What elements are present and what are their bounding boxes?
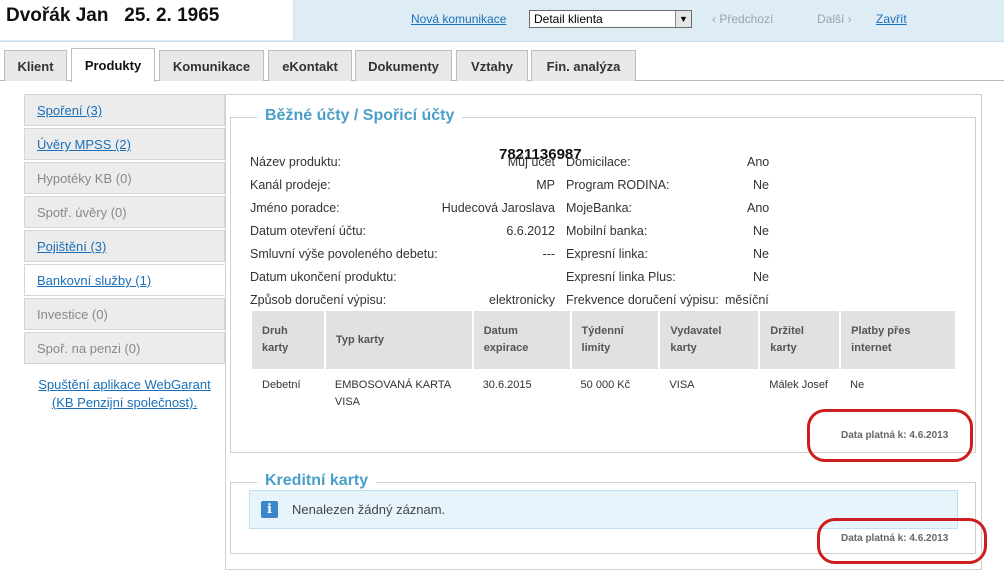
column-header: Typ karty xyxy=(324,311,474,369)
field-label: Datum otevření účtu: xyxy=(250,224,367,238)
field-label: Domicilace: xyxy=(566,155,631,169)
client-name-box: Dvořák Jan 25. 2. 1965 xyxy=(0,0,294,40)
field-label: Frekvence doručení výpisu: xyxy=(566,293,719,307)
client-name: Dvořák Jan 25. 2. 1965 xyxy=(6,5,220,26)
tab-dokumenty[interactable]: Dokumenty xyxy=(355,50,452,81)
top-bar: Dvořák Jan 25. 2. 1965 Nová komunikace D… xyxy=(0,0,1004,42)
sidebar-item-bankovni-sluzby[interactable]: Bankovní služby (1) xyxy=(24,264,225,296)
table-cell: EMBOSOVANÁ KARTA VISA xyxy=(334,379,452,408)
field-label: Název produktu: xyxy=(250,155,342,169)
cards-table-header-row: Druh karty Typ karty Datum expirace Týdenn… xyxy=(252,311,957,369)
sidebar-item-uvery-mpss[interactable]: Úvěry MPSS (2) xyxy=(24,128,225,160)
next-link[interactable]: Další › xyxy=(817,12,852,26)
sidebar-item-investice: Investice (0) xyxy=(24,298,225,330)
field-value: --- xyxy=(542,247,556,261)
main-content: Běžné účty / Spořicí účty 7821136987 Náz… xyxy=(225,94,982,570)
table-cell: Debetní xyxy=(262,379,301,391)
column-header: Platby přes internet xyxy=(840,311,957,369)
tab-produkty[interactable]: Produkty xyxy=(71,48,155,82)
tab-komunikace[interactable]: Komunikace xyxy=(159,50,264,81)
table-cell: VISA xyxy=(669,379,695,391)
tab-klient[interactable]: Klient xyxy=(4,50,67,81)
credit-cards-panel-title: Kreditní karty xyxy=(257,472,377,490)
sidebar-item-pojisteni[interactable]: Pojištění (3) xyxy=(24,230,225,262)
field-label: MojeBanka: xyxy=(566,201,633,215)
sidebar-item-spor-na-penzi: Spoř. na penzi (0) xyxy=(24,332,225,364)
view-select[interactable]: Detail klienta ▼ xyxy=(529,10,692,28)
cards-table: Druh karty Typ karty Datum expirace Týdenn… xyxy=(252,311,957,419)
table-cell: 50 000 Kč xyxy=(580,379,631,391)
field-value: Ano xyxy=(747,155,770,169)
field-value: MP xyxy=(536,178,555,192)
field-label: Jméno poradce: xyxy=(250,201,340,215)
field-value: 6.6.2012 xyxy=(506,224,555,238)
chevron-down-icon[interactable]: ▼ xyxy=(675,11,691,27)
previous-link[interactable]: ‹ Předchozí xyxy=(712,12,773,26)
table-cell: 30.6.2015 xyxy=(482,379,532,391)
field-label: Expresní linka: xyxy=(566,247,648,261)
sidebar-item-hypoteky-kb: Hypotéky KB (0) xyxy=(24,162,225,194)
highlight-oval xyxy=(817,518,987,564)
no-records-text: Nenalezen žádný záznam. xyxy=(292,502,446,517)
field-value: Hudecová Jaroslava xyxy=(441,201,555,215)
close-link[interactable]: Zavřít xyxy=(876,12,907,26)
field-value: Ne xyxy=(753,247,769,261)
sidebar-item-spotr-uvery: Spotř. úvěry (0) xyxy=(24,196,225,228)
field-label: Datum ukončení produktu: xyxy=(250,270,397,284)
tab-fin-analyza[interactable]: Fin. analýza xyxy=(531,50,636,81)
view-select-value: Detail klienta xyxy=(534,12,603,26)
column-header: Týdenní limity xyxy=(570,311,661,369)
field-value: Ano xyxy=(747,201,770,215)
field-value: Ne xyxy=(753,178,769,192)
column-header: Datum expirace xyxy=(472,311,572,369)
tab-bar: Klient Produkty Komunikace eKontakt Doku… xyxy=(0,48,1004,82)
field-value: měsíční xyxy=(725,293,769,307)
accounts-panel-title: Běžné účty / Spořicí účty xyxy=(257,107,463,125)
tab-vztahy[interactable]: Vztahy xyxy=(456,50,528,81)
field-value: Ne xyxy=(753,270,769,284)
info-icon: i xyxy=(261,501,278,518)
webgarant-link-line1: Spuštění aplikace WebGarant xyxy=(38,377,211,392)
field-label: Smluvní výše povoleného debetu: xyxy=(250,247,438,261)
field-label: Kanál prodeje: xyxy=(250,178,331,192)
new-communication-link[interactable]: Nová komunikace xyxy=(411,12,506,26)
highlight-oval xyxy=(807,409,973,462)
field-label: Způsob doručení výpisu: xyxy=(250,293,387,307)
tab-ekontakt[interactable]: eKontakt xyxy=(268,50,352,81)
sidebar-item-sporeni[interactable]: Spoření (3) xyxy=(24,94,225,126)
column-header: Vydavatel karty xyxy=(659,311,761,369)
field-value: elektronicky xyxy=(489,293,555,307)
accounts-panel: Běžné účty / Spořicí účty 7821136987 Náz… xyxy=(230,107,976,453)
column-header: Druh karty xyxy=(252,311,326,369)
field-value: Můj účet xyxy=(507,155,555,169)
field-label: Program RODINA: xyxy=(566,178,670,192)
field-label: Expresní linka Plus: xyxy=(566,270,676,284)
webgarant-link-line2: (KB Penzijní společnost). xyxy=(51,395,198,410)
column-header: Držitel karty xyxy=(759,311,842,369)
field-value: Ne xyxy=(753,224,769,238)
field-label: Mobilní banka: xyxy=(566,224,648,238)
webgarant-link[interactable]: Spuštění aplikace WebGarant (KB Penzijní… xyxy=(24,376,225,412)
